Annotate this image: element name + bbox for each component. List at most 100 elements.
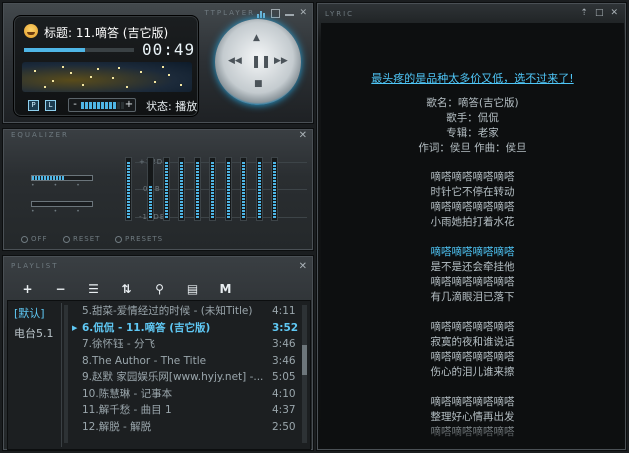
track-row[interactable]: 11.解千愁 - 曲目 1 4:37 [72,402,300,419]
equalizer-toggle-icon[interactable] [257,9,266,18]
eq-band-slider[interactable] [255,157,263,221]
eq-band-slider[interactable] [162,157,170,221]
list-icon[interactable]: ☰ [77,282,110,296]
equalizer-title: EQUALIZER [11,131,69,139]
lyric-meta-credits: 作词：侯旦 作曲：侯旦 [418,142,527,154]
sparkle [180,84,182,86]
stop-icon[interactable]: ▲ [253,33,260,43]
eq-band-slider[interactable] [224,157,232,221]
seek-bar[interactable] [24,48,134,52]
lyric-line: 嘀嗒嘀嗒嘀嗒嘀嗒 [430,276,515,288]
eq-band-level [195,162,199,219]
ad-link[interactable]: 最头疼的是品种太多价又低，选不过来了! [321,70,624,86]
player-brand: TTPLAYER [204,9,255,17]
sparkle [62,66,64,68]
volume-segment [117,102,120,109]
eq-band-level [211,162,214,219]
stop-square-icon[interactable]: ■ [254,79,263,89]
playlist-close-button[interactable]: ✕ [299,261,307,272]
eq-band-slider[interactable] [193,157,201,221]
eq-band-slider[interactable] [240,157,247,221]
volume-up-button[interactable]: + [124,99,134,111]
playlist-body: [默认] 电台5.1 5.甜菜-爱情经过的时候 - (未知Title) 4:11 … [7,300,311,450]
close-button[interactable]: ✕ [299,9,307,18]
playlist-toggle-button[interactable]: P [28,100,39,111]
volume-segment [85,102,88,109]
play-status: 状态: 播放 [146,100,198,113]
lyric-minimize-button[interactable]: □ [595,8,604,18]
next-icon[interactable]: ▶▶ [274,56,288,66]
lyric-toggle-button[interactable]: L [45,100,56,111]
previous-icon[interactable]: ◀◀ [228,56,242,66]
lyric-area[interactable]: 最头疼的是品种太多价又低，选不过来了! 歌名：嘀答(吉它版) 歌手：侃侃 专辑：… [321,23,624,448]
sparkle [112,77,114,79]
lyric-line: 嘀嗒嘀嗒嘀嗒嘀嗒 [430,201,515,213]
eq-band-slider[interactable] [209,157,216,221]
track-row[interactable]: 12.解脱 - 解脱 2:50 [72,419,300,436]
eq-reset-option[interactable]: RESET [63,235,100,243]
equalizer-close-button[interactable]: ✕ [299,130,307,141]
lyric-panel: LYRIC ⇡ □ ✕ 最头疼的是品种太多价又低，选不过来了! 歌名：嘀答(吉它… [316,2,627,451]
lyric-line: 嘀嗒嘀嗒嘀嗒嘀嗒 [430,171,515,183]
preamp-slider[interactable] [31,201,93,207]
playlist-scrollbar[interactable] [302,305,307,443]
lyric-line: 小雨她拍打着水花 [430,216,515,228]
track-row[interactable]: 5.甜菜-爱情经过的时候 - (未知Title) 4:11 [72,303,300,320]
volume-control[interactable]: - + [68,98,136,112]
volume-segment [113,102,116,109]
eq-band-slider[interactable] [271,157,278,221]
playing-arrow-icon: ▶ [72,323,78,332]
group-radio[interactable]: 电台5.1 [10,323,61,343]
lyric-line: 时针它不停在转动 [430,186,515,198]
volume-segment [97,102,100,109]
lyric-close-button[interactable]: ✕ [610,8,618,18]
eq-off-option[interactable]: OFF [21,235,48,243]
playlist-title: PLAYLIST [11,262,59,270]
add-icon[interactable]: + [11,282,44,296]
mode-icon[interactable]: M [209,282,242,296]
pause-icon[interactable]: ❚❚ [251,54,271,68]
eq-band-slider[interactable] [147,157,154,221]
seek-bar-fill [24,48,85,52]
minimize-window-button[interactable] [285,9,295,16]
volume-down-button[interactable]: - [70,99,80,111]
eq-band-slider[interactable] [125,157,132,221]
search-icon[interactable]: ⚲ [143,282,176,296]
smiley-icon [24,24,38,38]
lyric-line: 嘀嗒嘀嗒嘀嗒嘀嗒 [430,396,515,408]
sparkle [97,68,99,70]
eq-band-level [273,162,276,219]
visualizer[interactable] [22,62,192,92]
eq-presets-option[interactable]: PRESETS [115,235,163,243]
remove-icon[interactable]: − [44,282,77,296]
eq-band-level [226,162,230,219]
eq-band-level [149,186,152,219]
group-scrollbar[interactable] [64,305,68,443]
file-icon[interactable]: ▤ [176,282,209,296]
player-display: 标题: 11.嘀答 (吉它版) 00:49 P L - + 状态: 播放 [13,15,199,117]
restore-window-button[interactable] [271,9,281,18]
playlist-panel: PLAYLIST ✕ + − ☰ ⇅ ⚲ ▤ M [默认] 电台5.1 5.甜菜… [2,255,314,451]
sparkle [82,84,84,86]
track-row[interactable]: 7.徐怀钰 - 分飞 3:46 [72,336,300,353]
track-row[interactable]: 10.陈慧琳 - 记事本 4:10 [72,386,300,403]
eq-band-level [164,162,168,219]
track-row-playing[interactable]: ▶ 6.侃侃 - 11.嘀答 (吉它版) 3:52 [72,320,300,337]
sort-icon[interactable]: ⇅ [110,282,143,296]
pin-icon[interactable]: ⇡ [580,8,588,18]
balance-slider[interactable] [31,175,93,181]
track-duration: 5:05 [272,371,296,383]
scroll-thumb[interactable] [302,345,307,375]
sparkle [140,71,142,73]
volume-segment [81,102,84,109]
eq-band-level [180,162,183,219]
sparkle [168,74,170,76]
track-row[interactable]: 8.The Author - The Title 3:46 [72,353,300,370]
eq-band-slider[interactable] [178,157,185,221]
group-default[interactable]: [默认] [10,303,61,323]
track-row[interactable]: 9.赵默 家园娱乐网[www.hyjy.net] -... 5:05 [72,369,300,386]
track-duration: 4:37 [272,404,296,416]
volume-segment [105,102,108,109]
lyric-title: LYRIC [325,10,355,18]
sparkle [154,81,156,83]
